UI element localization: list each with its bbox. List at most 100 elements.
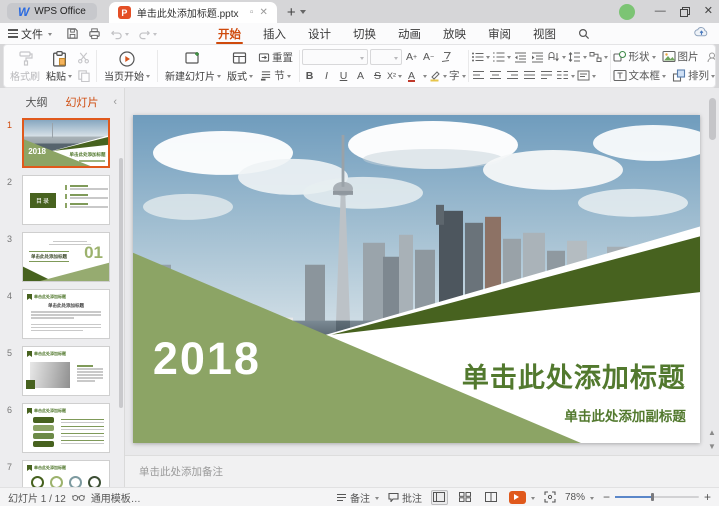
align-center-button[interactable]: [488, 68, 503, 83]
align-left-button[interactable]: [471, 68, 486, 83]
save-icon[interactable]: [66, 27, 79, 40]
minimize-button[interactable]: —: [655, 6, 666, 17]
justify-button[interactable]: [522, 68, 537, 83]
sidebar-scrollbar[interactable]: [119, 158, 123, 408]
symbol-button[interactable]: [705, 49, 717, 64]
close-button[interactable]: ✕: [704, 6, 713, 17]
slide-sorter-view-button[interactable]: [457, 490, 474, 505]
normal-view-button[interactable]: [431, 490, 448, 505]
thumbnail-art[interactable]: 目录: [22, 175, 110, 225]
reset-slide-button[interactable]: 重置: [258, 50, 293, 65]
superscript-button[interactable]: X²: [387, 68, 402, 83]
font-color-button[interactable]: A: [404, 68, 419, 83]
slide-thumbnail-1[interactable]: 1 2018 单击此处添加标题: [22, 118, 110, 168]
comments-toggle[interactable]: 批注: [388, 490, 422, 505]
copy-button[interactable]: [77, 67, 90, 83]
font-color-caret-icon[interactable]: [423, 75, 427, 80]
new-slide-button[interactable]: 新建幻灯片: [162, 47, 224, 85]
tab-list-caret-icon[interactable]: [300, 10, 306, 17]
new-tab-button[interactable]: +: [287, 7, 296, 19]
distribute-text-button[interactable]: [539, 68, 554, 83]
cut-button[interactable]: [77, 49, 90, 65]
app-home-tab[interactable]: W WPS Office: [7, 3, 97, 20]
zoom-out-button[interactable]: −: [603, 492, 610, 502]
textbox-button[interactable]: 文本框: [613, 68, 667, 83]
decrease-indent-button[interactable]: [513, 49, 528, 64]
text-direction-button[interactable]: [547, 49, 566, 64]
slide-thumbnail-4[interactable]: 4 单击此处添加标题 单击此处添加标题: [22, 289, 110, 339]
format-painter-button[interactable]: 格式刷: [7, 47, 43, 85]
increase-font-button[interactable]: A+: [404, 50, 419, 65]
thumbnail-art[interactable]: 单击此处添加标题: [22, 346, 110, 396]
line-spacing-button[interactable]: [568, 49, 587, 64]
phonetic-guide-button[interactable]: 字: [449, 68, 466, 83]
font-size-select[interactable]: [370, 49, 402, 65]
reading-view-button[interactable]: [483, 490, 500, 505]
slide-thumbnail-7[interactable]: 7 单击此处添加标题: [22, 460, 110, 487]
slide-title-placeholder[interactable]: 单击此处添加标题: [462, 356, 686, 395]
next-slide-button[interactable]: ▼: [707, 441, 717, 451]
tab-design[interactable]: 设计: [308, 23, 331, 44]
tab-preview-icon[interactable]: ▫: [250, 8, 254, 18]
tab-animation[interactable]: 动画: [398, 23, 421, 44]
tab-outline[interactable]: 大纲: [26, 94, 48, 110]
slide-thumbnail-3[interactable]: 3 单击此处添加标题 01: [22, 232, 110, 282]
play-from-current-button[interactable]: 当页开始: [101, 47, 153, 85]
bullet-list-button[interactable]: [471, 49, 490, 64]
thumbnail-art[interactable]: 单击此处添加标题: [22, 460, 110, 487]
search-icon[interactable]: [578, 28, 590, 40]
tab-slides[interactable]: 幻灯片: [66, 94, 99, 110]
columns-button[interactable]: [556, 68, 575, 83]
zoom-level[interactable]: 78%: [565, 492, 594, 503]
undo-button[interactable]: [110, 28, 129, 40]
notes-area[interactable]: 单击此处添加备注: [125, 455, 719, 487]
tab-close-icon[interactable]: ✕: [259, 8, 267, 18]
tab-review[interactable]: 审阅: [488, 23, 511, 44]
numbered-list-button[interactable]: [492, 49, 511, 64]
thumbnail-art[interactable]: 2018 单击此处添加标题: [22, 118, 110, 168]
slide-thumbnail-5[interactable]: 5 单击此处添加标题: [22, 346, 110, 396]
convert-smartart-button[interactable]: [589, 49, 608, 64]
tab-slideshow[interactable]: 放映: [443, 23, 466, 44]
slide-editor[interactable]: 2018 单击此处添加标题 单击此处添加副标题: [133, 115, 700, 443]
previous-slide-button[interactable]: ▲: [707, 427, 717, 437]
highlight-color-button[interactable]: [429, 68, 447, 83]
strikethrough-button[interactable]: S: [370, 68, 385, 83]
font-family-select[interactable]: [302, 49, 368, 65]
print-icon[interactable]: [88, 27, 101, 40]
character-border-button[interactable]: A: [353, 68, 368, 83]
year-text[interactable]: 2018: [153, 333, 261, 385]
canvas-scrollbar[interactable]: [709, 98, 716, 140]
restore-button[interactable]: [680, 7, 690, 17]
arrange-button[interactable]: 排列: [672, 68, 715, 83]
collapse-panel-icon[interactable]: ‹: [113, 96, 117, 108]
document-tab[interactable]: P 单击此处添加标题.pptx ▫ ✕: [109, 2, 277, 23]
slide-thumbnail-2[interactable]: 2 目录: [22, 175, 110, 225]
text-align-box-button[interactable]: [577, 68, 596, 83]
paste-button[interactable]: 粘贴: [43, 47, 75, 85]
thumbnail-art[interactable]: 单击此处添加标题: [22, 403, 110, 453]
underline-button[interactable]: U: [336, 68, 351, 83]
thumbnail-art[interactable]: 单击此处添加标题 01: [22, 232, 110, 282]
fit-window-icon[interactable]: [544, 491, 556, 503]
zoom-in-button[interactable]: +: [704, 492, 711, 502]
cloud-sync-icon[interactable]: [694, 26, 709, 38]
thumbnail-art[interactable]: 单击此处添加标题 单击此处添加标题: [22, 289, 110, 339]
tab-insert[interactable]: 插入: [263, 23, 286, 44]
template-name[interactable]: 通用模板…: [91, 490, 141, 505]
align-right-button[interactable]: [505, 68, 520, 83]
tab-view[interactable]: 视图: [533, 23, 556, 44]
slide-subtitle-placeholder[interactable]: 单击此处添加副标题: [564, 405, 686, 425]
section-button[interactable]: 节: [258, 68, 293, 83]
picture-button[interactable]: 图片: [662, 49, 699, 64]
increase-indent-button[interactable]: [530, 49, 545, 64]
template-theme-icon[interactable]: [72, 493, 85, 502]
slide-thumbnail-6[interactable]: 6 单击此处添加标题: [22, 403, 110, 453]
redo-button[interactable]: [138, 28, 157, 40]
clear-format-button[interactable]: [438, 50, 453, 65]
bold-button[interactable]: B: [302, 68, 317, 83]
notes-toggle[interactable]: 备注: [336, 490, 379, 505]
play-slideshow-button[interactable]: [509, 491, 535, 504]
tab-home[interactable]: 开始: [218, 23, 241, 44]
shapes-button[interactable]: 形状: [613, 49, 656, 64]
